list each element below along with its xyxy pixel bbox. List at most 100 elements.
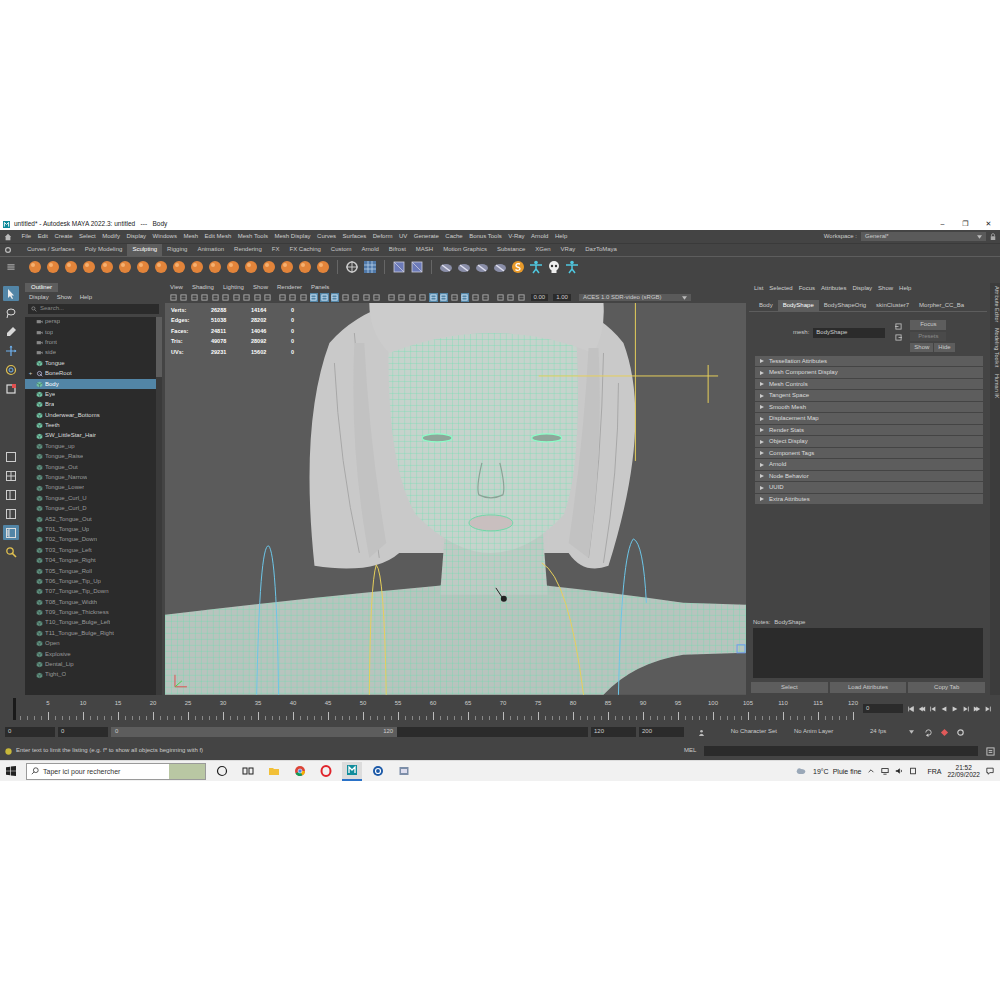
menu-item[interactable]: Mesh (183, 233, 198, 240)
viewport-toggle-button[interactable] (243, 293, 252, 302)
window-control-button[interactable]: ✕ (977, 220, 1000, 228)
taskbar-app[interactable] (394, 762, 414, 781)
play-icon[interactable] (951, 705, 959, 713)
outliner-item[interactable]: T01_Tongue_Up (25, 524, 156, 534)
viewport-menu-item[interactable]: Show (253, 284, 268, 291)
outliner-item[interactable]: T10_Tongue_Bulge_Left (25, 618, 156, 628)
playback-start-field[interactable]: 0 (58, 727, 108, 737)
viewport-toggle-button[interactable] (310, 293, 319, 302)
attribute-section[interactable]: Displacement Map (755, 413, 983, 424)
fps-dropdown[interactable]: 24 fps (867, 727, 917, 736)
menu-item[interactable]: File (22, 233, 32, 240)
brush-tool-icon[interactable] (439, 260, 453, 274)
viewport-toggle-button[interactable] (461, 293, 470, 302)
shelf-tab[interactable]: DazToMaya (580, 244, 622, 256)
attribute-section[interactable]: Arnold (755, 459, 983, 470)
notification-icon[interactable] (986, 767, 994, 775)
range-handle[interactable]: 0 120 (111, 727, 397, 737)
menu-item[interactable]: Create (55, 233, 73, 240)
output-connection-icon[interactable] (895, 334, 902, 341)
viewport-toggle-button[interactable] (299, 293, 308, 302)
hide-button[interactable]: Hide (934, 343, 954, 352)
outliner-menu-item[interactable]: Help (80, 294, 92, 301)
windows-start-icon[interactable] (6, 766, 16, 776)
first-icon[interactable] (907, 705, 915, 713)
next-key-icon[interactable] (973, 705, 981, 713)
outliner-item[interactable]: A52_Tongue_Out (25, 514, 156, 524)
outliner-item[interactable]: T07_Tongue_Tip_Down (25, 587, 156, 597)
figure-icon[interactable] (529, 260, 543, 274)
shelf-tab[interactable]: Custom (326, 244, 357, 256)
notes-field[interactable] (753, 628, 983, 678)
sculpt-tool-icon[interactable] (154, 260, 168, 274)
menu-item[interactable]: Bonus Tools (469, 233, 502, 240)
taskbar-app[interactable] (290, 762, 310, 781)
outliner-item[interactable]: T09_Tongue_Thickness (25, 608, 156, 618)
taskbar-app[interactable] (264, 762, 284, 781)
figure-icon[interactable] (565, 260, 579, 274)
viewport-toggle-button[interactable] (362, 293, 371, 302)
outliner-item[interactable]: Body (25, 379, 156, 389)
prev-icon[interactable] (929, 705, 937, 713)
lock-icon[interactable] (990, 233, 996, 241)
viewport-toggle-button[interactable] (429, 293, 438, 302)
viewport-toggle-button[interactable] (169, 293, 178, 302)
shelf-tab[interactable]: Substance (492, 244, 530, 256)
sculpt-tool-icon[interactable] (244, 260, 258, 274)
node-tab[interactable]: Body (754, 300, 778, 311)
sculpt-tool-icon[interactable] (298, 260, 312, 274)
tool-button[interactable] (3, 544, 19, 559)
scrollbar-thumb[interactable] (156, 317, 162, 377)
device-icon[interactable] (909, 767, 917, 775)
loop-icon[interactable] (924, 728, 933, 737)
attribute-section[interactable]: Object Display (755, 436, 983, 447)
outliner-item[interactable]: Tongue_Curl_U (25, 493, 156, 503)
outliner-item[interactable]: SW_LittleStar_Hair (25, 431, 156, 441)
viewport-toggle-button[interactable] (387, 293, 396, 302)
playback-end-field[interactable]: 120 (591, 727, 636, 737)
tool-button[interactable] (3, 343, 19, 358)
shelf-options-icon[interactable] (4, 246, 12, 254)
viewport-toggle-button[interactable] (253, 293, 262, 302)
outliner-item[interactable]: Tongue_Narrow (25, 472, 156, 482)
brush-tool-icon[interactable] (493, 260, 507, 274)
taskbar-app[interactable] (212, 762, 232, 781)
outliner-item[interactable]: Dental_Lip (25, 659, 156, 669)
outliner-item[interactable]: Tongue_Out (25, 462, 156, 472)
outliner-item[interactable]: + BoneRoot (25, 369, 156, 379)
menu-item[interactable]: Mesh Display (275, 233, 311, 240)
viewport-toggle-button[interactable] (190, 293, 199, 302)
attribute-editor-menu-item[interactable]: Display (852, 285, 872, 292)
outliner-search-field[interactable]: Search... (28, 304, 159, 313)
menu-item[interactable]: Display (126, 233, 146, 240)
sculpt-tool-icon[interactable] (316, 260, 330, 274)
outliner-item[interactable]: Underwear_Bottoms (25, 410, 156, 420)
attribute-section[interactable]: Tessellation Attributes (755, 356, 983, 367)
shelf-tab[interactable]: Motion Graphics (438, 244, 492, 256)
outliner-title[interactable]: Outliner (25, 283, 58, 292)
sculpt-tool-icon[interactable] (190, 260, 204, 274)
shelf-tab[interactable]: Sculpting (127, 244, 162, 256)
viewport-menu-item[interactable]: Renderer (277, 284, 302, 291)
back-icon[interactable] (940, 705, 948, 713)
outliner-scrollbar[interactable] (156, 317, 162, 695)
viewport-toggle-button[interactable] (507, 293, 516, 302)
viewport-toggle-button[interactable] (398, 293, 407, 302)
viewport-toggle-button[interactable] (471, 293, 480, 302)
viewport-menu-item[interactable]: Lighting (223, 284, 244, 291)
attribute-section[interactable]: Mesh Component Display (755, 367, 983, 378)
taskbar-app[interactable] (342, 762, 362, 781)
menu-item[interactable]: Windows (153, 233, 177, 240)
menu-item[interactable]: UV (399, 233, 407, 240)
show-button[interactable]: Show (910, 343, 933, 352)
attribute-editor-menu-item[interactable]: Selected (769, 285, 792, 292)
preferences-icon[interactable] (956, 728, 965, 737)
sculpt-tool-icon[interactable] (226, 260, 240, 274)
prev-key-icon[interactable] (918, 705, 926, 713)
menu-item[interactable]: Edit (38, 233, 48, 240)
shelf-tab[interactable]: VRay (556, 244, 581, 256)
viewport-toggle-button[interactable] (440, 293, 449, 302)
viewport-toggle-button[interactable] (180, 293, 189, 302)
shelf-menu-icon[interactable] (6, 262, 16, 272)
outliner-item[interactable]: side (25, 348, 156, 358)
